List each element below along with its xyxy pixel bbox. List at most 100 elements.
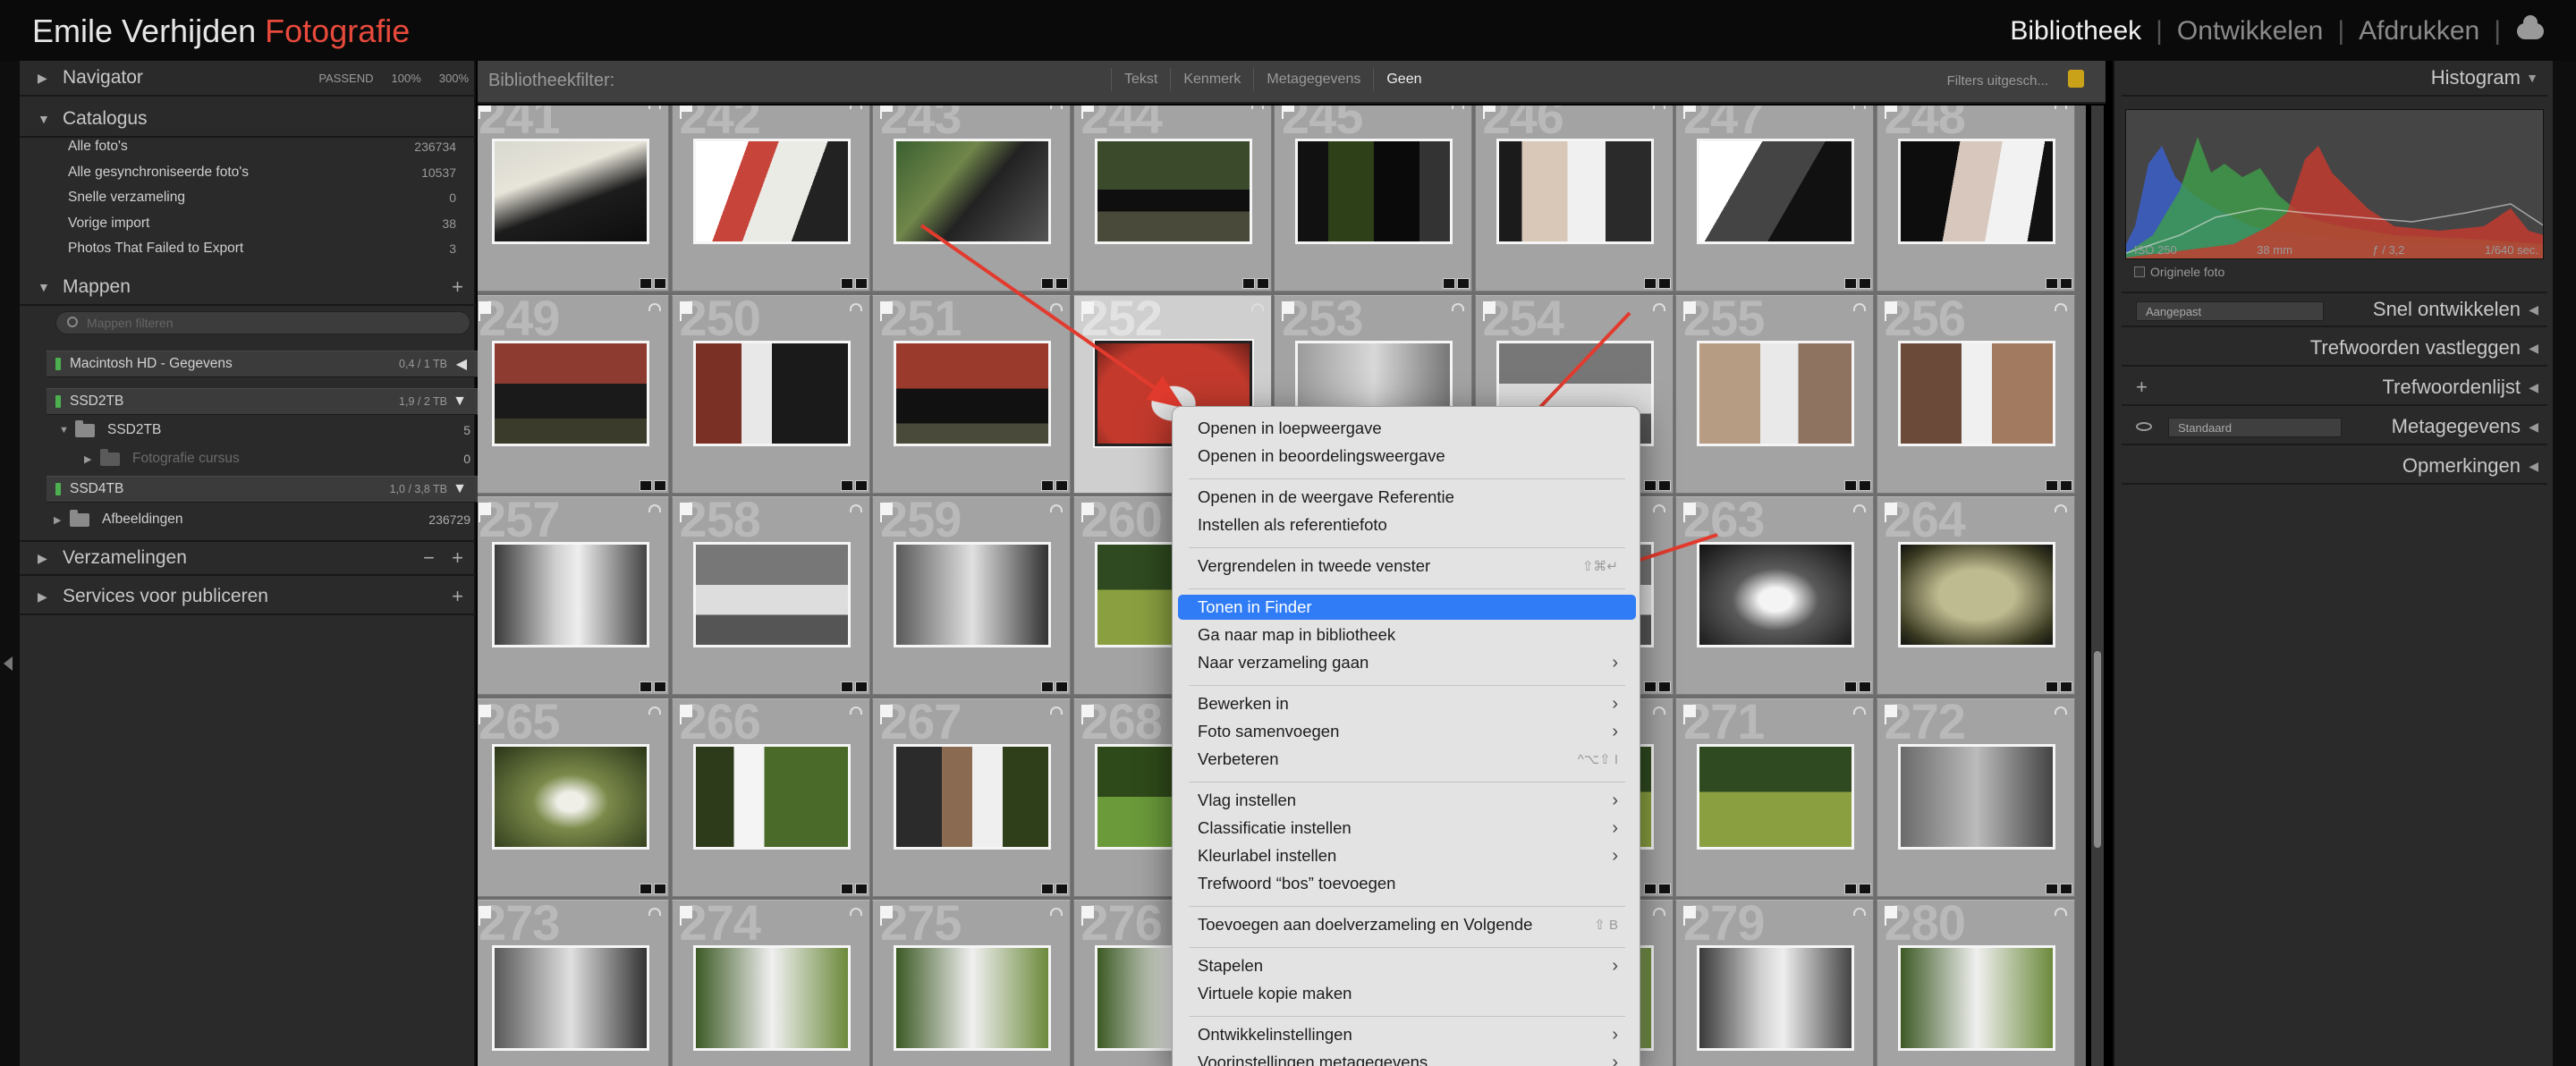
- rotate-icon[interactable]: [648, 302, 661, 311]
- edited-badge-icon[interactable]: [1055, 278, 1068, 289]
- flag-icon[interactable]: [880, 503, 893, 522]
- photo-thumbnail[interactable]: [492, 743, 649, 850]
- edited-badge-icon[interactable]: [1859, 278, 1871, 289]
- catalog-item-all-photos[interactable]: Alle foto's 236734: [47, 134, 476, 160]
- menu-item[interactable]: Trefwoord “bos” toevoegen: [1178, 871, 1636, 896]
- filter-preset-dropdown[interactable]: Filters uitgesch...: [1947, 73, 2048, 89]
- edited-badge-icon[interactable]: [654, 278, 666, 289]
- photo-thumbnail[interactable]: [894, 139, 1051, 244]
- rotate-icon[interactable]: [1250, 106, 1264, 109]
- rotate-icon[interactable]: [1853, 106, 1866, 109]
- flag-icon[interactable]: [1080, 106, 1094, 119]
- photo-thumbnail[interactable]: [894, 542, 1051, 647]
- edited-badge-icon[interactable]: [1256, 278, 1269, 289]
- folder-fotografie-cursus[interactable]: ▶ Fotografie cursus 0: [84, 445, 470, 472]
- grid-cell[interactable]: 263: [1675, 496, 1874, 695]
- flag-icon[interactable]: [479, 503, 491, 522]
- right-panel-edge[interactable]: [2553, 61, 2576, 1066]
- menu-item[interactable]: Stapelen ›: [1178, 953, 1636, 978]
- collection-badge-icon[interactable]: [1844, 883, 1857, 894]
- menu-item[interactable]: Verbeteren ^⌥⇧ I: [1178, 747, 1636, 772]
- photo-thumbnail[interactable]: [1697, 340, 1854, 446]
- expand-folder-icon[interactable]: ▶: [54, 514, 70, 526]
- edited-badge-icon[interactable]: [1859, 681, 1871, 692]
- histogram-chart[interactable]: [2125, 109, 2544, 259]
- keywording-header[interactable]: Trefwoorden vastleggen ◀: [2122, 331, 2547, 367]
- flag-icon[interactable]: [1080, 503, 1094, 522]
- module-library[interactable]: Bibliotheek: [2001, 16, 2150, 47]
- grid-cell[interactable]: 275: [872, 900, 1071, 1066]
- menu-item[interactable]: Classificatie instellen ›: [1178, 816, 1636, 841]
- edited-badge-icon[interactable]: [1657, 479, 1671, 491]
- zoom-300[interactable]: 300%: [439, 72, 469, 85]
- collapse-all-icon[interactable]: −: [423, 546, 435, 570]
- menu-item[interactable]: Ga naar map in bibliotheek: [1178, 622, 1636, 647]
- flag-icon[interactable]: [679, 106, 692, 119]
- collapse-left-icon[interactable]: [4, 656, 13, 671]
- grid-cell[interactable]: 280: [1876, 900, 2075, 1066]
- comments-header[interactable]: Opmerkingen ◀: [2122, 449, 2547, 485]
- flag-icon[interactable]: [1884, 906, 1897, 926]
- edited-badge-icon[interactable]: [854, 681, 868, 692]
- flag-icon[interactable]: [1482, 106, 1496, 119]
- photo-thumbnail[interactable]: [492, 139, 649, 244]
- volume-ssd4tb[interactable]: SSD4TB 1,0 / 3,8 TB ▼: [47, 476, 478, 503]
- collection-badge-icon[interactable]: [1844, 278, 1857, 289]
- grid-cell[interactable]: 266: [671, 698, 870, 897]
- grid-cell[interactable]: 243: [872, 106, 1071, 292]
- add-keyword-icon[interactable]: +: [2136, 376, 2148, 399]
- edited-badge-icon[interactable]: [654, 479, 666, 491]
- flag-icon[interactable]: [1482, 300, 1496, 321]
- filter-text[interactable]: Tekst: [1111, 68, 1170, 91]
- grid-cell[interactable]: 242: [671, 106, 870, 292]
- flag-icon[interactable]: [479, 906, 491, 926]
- photo-thumbnail[interactable]: [1094, 139, 1252, 244]
- add-publish-service-icon[interactable]: +: [452, 585, 463, 608]
- flag-icon[interactable]: [1683, 906, 1696, 926]
- collection-badge-icon[interactable]: [1643, 278, 1657, 289]
- edited-badge-icon[interactable]: [854, 479, 868, 491]
- collection-badge-icon[interactable]: [640, 479, 652, 491]
- menu-item[interactable]: Naar verzameling gaan ›: [1178, 650, 1636, 675]
- edited-badge-icon[interactable]: [2059, 883, 2072, 894]
- photo-thumbnail[interactable]: [1697, 542, 1854, 647]
- rotate-icon[interactable]: [1853, 302, 1866, 311]
- metadata-preset-dropdown[interactable]: Standaard: [2168, 418, 2342, 437]
- zoom-fit[interactable]: PASSEND: [318, 72, 373, 85]
- rotate-icon[interactable]: [849, 706, 862, 715]
- folders-header[interactable]: ▼ Mappen +: [20, 270, 476, 306]
- grid-cell[interactable]: 249: [478, 294, 669, 494]
- flag-icon[interactable]: [679, 906, 692, 926]
- rotate-icon[interactable]: [849, 106, 862, 109]
- collection-badge-icon[interactable]: [1041, 681, 1054, 692]
- photo-thumbnail[interactable]: [894, 743, 1051, 850]
- collection-badge-icon[interactable]: [2045, 883, 2058, 894]
- photo-thumbnail[interactable]: [894, 340, 1051, 446]
- menu-item[interactable]: Openen in loepweergave: [1178, 416, 1636, 441]
- menu-item[interactable]: Openen in de weergave Referentie: [1178, 485, 1636, 510]
- flag-icon[interactable]: [1282, 300, 1294, 321]
- flag-icon[interactable]: [880, 300, 893, 321]
- photo-thumbnail[interactable]: [492, 945, 649, 1051]
- collection-badge-icon[interactable]: [1643, 883, 1657, 894]
- edited-badge-icon[interactable]: [1457, 278, 1470, 289]
- collection-badge-icon[interactable]: [640, 681, 652, 692]
- left-panel-edge[interactable]: [0, 61, 20, 1066]
- metadata-header[interactable]: Standaard Metagegevens ◀: [2122, 410, 2547, 445]
- catalog-item-quick-collection[interactable]: Snelle verzameling 0: [47, 185, 476, 211]
- rotate-icon[interactable]: [849, 302, 862, 311]
- collection-badge-icon[interactable]: [840, 479, 853, 491]
- menu-item[interactable]: Tonen in Finder: [1178, 595, 1636, 620]
- filter-none[interactable]: Geen: [1373, 68, 1434, 91]
- menu-item[interactable]: Virtuele kopie maken: [1178, 981, 1636, 1006]
- flag-icon[interactable]: [880, 106, 893, 119]
- add-folder-icon[interactable]: +: [452, 275, 463, 299]
- rotate-icon[interactable]: [2054, 302, 2067, 311]
- catalog-item-previous-import[interactable]: Vorige import 38: [47, 211, 476, 237]
- edited-badge-icon[interactable]: [1657, 278, 1671, 289]
- folder-search-input[interactable]: Mappen filteren: [55, 311, 470, 334]
- menu-item[interactable]: Voorinstellingen metagegevens ›: [1178, 1050, 1636, 1066]
- menu-item[interactable]: Foto samenvoegen ›: [1178, 719, 1636, 744]
- flag-icon[interactable]: [1884, 503, 1897, 522]
- photo-thumbnail[interactable]: [692, 542, 851, 647]
